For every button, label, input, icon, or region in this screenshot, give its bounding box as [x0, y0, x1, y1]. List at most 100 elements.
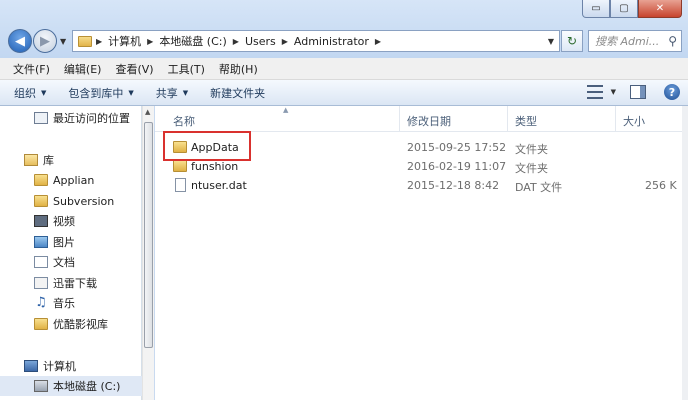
nav-item-xunlei-downloads[interactable]: 迅雷下载 — [34, 273, 97, 293]
refresh-button[interactable]: ↻ — [561, 30, 583, 52]
video-library-icon — [34, 215, 48, 227]
new-folder-button[interactable]: 新建文件夹 — [210, 85, 265, 101]
nav-item-label: 计算机 — [43, 360, 76, 373]
folder-icon — [173, 141, 187, 153]
nav-item-label: 库 — [43, 154, 54, 167]
menu-edit[interactable]: 编辑(E) — [57, 61, 109, 77]
music-note-icon: ♫ — [35, 295, 47, 310]
nav-item-documents[interactable]: 文档 — [34, 252, 75, 272]
column-divider[interactable] — [399, 106, 400, 132]
column-header-size[interactable]: 大小 — [623, 113, 645, 129]
folder-icon — [78, 35, 92, 47]
file-type: 文件夹 — [515, 162, 548, 175]
menu-tools[interactable]: 工具(T) — [161, 61, 212, 77]
view-details-icon[interactable] — [586, 85, 603, 99]
hard-disk-icon — [34, 380, 48, 392]
nav-item-videos[interactable]: 视频 — [34, 211, 75, 231]
file-type: 文件夹 — [515, 143, 548, 156]
nav-item-libraries[interactable]: 库 — [24, 150, 54, 170]
column-header-name[interactable]: 名称 — [173, 113, 195, 129]
window-controls: ▭ ▢ ✕ — [582, 0, 682, 18]
preview-pane-icon[interactable] — [630, 85, 646, 99]
view-controls: ▼ ? — [586, 84, 680, 100]
scroll-up-icon[interactable]: ▲ — [145, 108, 150, 116]
include-in-library-button[interactable]: 包含到库中 ▼ — [68, 85, 133, 101]
column-header-modified[interactable]: 修改日期 — [407, 113, 451, 129]
minimize-button[interactable]: ▭ — [582, 0, 610, 18]
share-label: 共享 — [155, 86, 178, 100]
search-icon[interactable]: ⚲ — [668, 34, 677, 48]
menu-help[interactable]: 帮助(H) — [212, 61, 265, 77]
breadcrumb-users[interactable]: Users ▶ — [245, 35, 294, 48]
file-modified-date: 2016-02-19 11:07 — [407, 160, 507, 173]
pictures-library-icon — [34, 236, 48, 248]
chevron-down-icon: ▼ — [182, 88, 189, 97]
back-button[interactable]: ◀ — [8, 29, 32, 53]
new-folder-label: 新建文件夹 — [210, 86, 266, 100]
close-button[interactable]: ✕ — [638, 0, 682, 18]
nav-item-label: 本地磁盘 (C:) — [53, 380, 121, 393]
nav-item-subversion[interactable]: Subversion — [34, 191, 114, 211]
breadcrumb-administrator[interactable]: Administrator ▶ — [294, 35, 387, 48]
address-history-dropdown-icon[interactable]: ▼ — [543, 37, 559, 46]
search-placeholder: 搜索 Admi... — [595, 35, 660, 48]
recent-pages-dropdown-icon[interactable]: ▼ — [60, 37, 66, 46]
navigation-pane: 最近访问的位置 库 Applian Subversion 视频 图片 文档 迅雷… — [0, 106, 142, 400]
command-bar: 组织 ▼ 包含到库中 ▼ 共享 ▼ 新建文件夹 ▼ ? — [0, 80, 688, 106]
file-list: ▲ 名称 修改日期 类型 大小 AppData 2015-09-25 17:52… — [155, 106, 688, 400]
forward-button[interactable]: ▶ — [33, 29, 57, 53]
breadcrumb-computer[interactable]: 计算机 ▶ — [108, 33, 159, 49]
menu-file[interactable]: 文件(F) — [6, 61, 57, 77]
column-header-type[interactable]: 类型 — [515, 113, 537, 129]
breadcrumb-root-arrow[interactable]: ▶ — [96, 37, 108, 46]
library-icon — [24, 154, 38, 166]
nav-item-local-disk[interactable]: 本地磁盘 (C:) — [0, 376, 142, 396]
nav-item-music[interactable]: ♫ 音乐 — [34, 293, 75, 313]
file-type: DAT 文件 — [515, 181, 563, 194]
file-size: 256 K — [645, 179, 677, 192]
content-scrollbar[interactable] — [682, 106, 688, 400]
nav-item-computer[interactable]: 计算机 — [24, 356, 76, 376]
include-in-library-label: 包含到库中 — [68, 86, 124, 100]
folder-icon — [34, 174, 48, 186]
nav-item-label: 优酷影视库 — [53, 318, 108, 331]
chevron-down-icon: ▼ — [41, 88, 47, 97]
file-modified-date: 2015-09-25 17:52 — [407, 141, 507, 154]
menu-bar: 文件(F) 编辑(E) 查看(V) 工具(T) 帮助(H) — [0, 58, 688, 80]
chevron-down-icon: ▼ — [128, 88, 134, 97]
help-icon[interactable]: ? — [664, 84, 680, 100]
file-row-ntuser-dat[interactable]: ntuser.dat 2015-12-18 8:42 DAT 文件 256 K — [155, 176, 688, 195]
breadcrumb-local-disk[interactable]: 本地磁盘 (C:) ▶ — [159, 33, 245, 49]
organize-label: 组织 — [14, 86, 36, 100]
breadcrumb-label: Users — [244, 34, 276, 48]
search-input[interactable]: 搜索 Admi... ⚲ — [588, 30, 682, 52]
view-options-dropdown-icon[interactable]: ▼ — [611, 88, 616, 96]
maximize-button[interactable]: ▢ — [610, 0, 638, 18]
nav-item-recent-places[interactable]: 最近访问的位置 — [34, 108, 130, 128]
nav-item-pictures[interactable]: 图片 — [34, 232, 75, 252]
file-row-funshion[interactable]: funshion 2016-02-19 11:07 文件夹 — [155, 157, 688, 176]
nav-item-youku-library[interactable]: 优酷影视库 — [34, 314, 108, 334]
nav-item-label: 视频 — [53, 215, 75, 228]
chevron-right-icon: ▶ — [232, 36, 239, 46]
share-button[interactable]: 共享 ▼ — [156, 85, 188, 101]
navigation-scrollbar[interactable]: ▲ — [142, 106, 154, 400]
chevron-right-icon: ▶ — [281, 36, 288, 46]
nav-item-applian[interactable]: Applian — [34, 170, 94, 190]
nav-item-label: 文档 — [53, 256, 75, 269]
recent-places-icon — [34, 112, 48, 124]
file-modified-date: 2015-12-18 8:42 — [407, 179, 500, 192]
file-name: funshion — [191, 160, 239, 173]
nav-item-label: 最近访问的位置 — [53, 112, 130, 125]
file-row-appdata[interactable]: AppData 2015-09-25 17:52 文件夹 — [155, 138, 688, 157]
scrollbar-thumb[interactable] — [144, 122, 153, 348]
breadcrumb-label: 计算机 — [108, 35, 142, 48]
nav-item-label: Applian — [53, 173, 95, 187]
column-divider[interactable] — [507, 106, 508, 132]
address-bar[interactable]: ▶ 计算机 ▶ 本地磁盘 (C:) ▶ Users ▶ Administrator ▶ … — [72, 30, 560, 52]
menu-view[interactable]: 查看(V) — [108, 61, 160, 77]
column-divider[interactable] — [615, 106, 616, 132]
file-name: ntuser.dat — [191, 179, 247, 192]
organize-button[interactable]: 组织 ▼ — [14, 85, 46, 101]
folder-icon — [34, 195, 48, 207]
